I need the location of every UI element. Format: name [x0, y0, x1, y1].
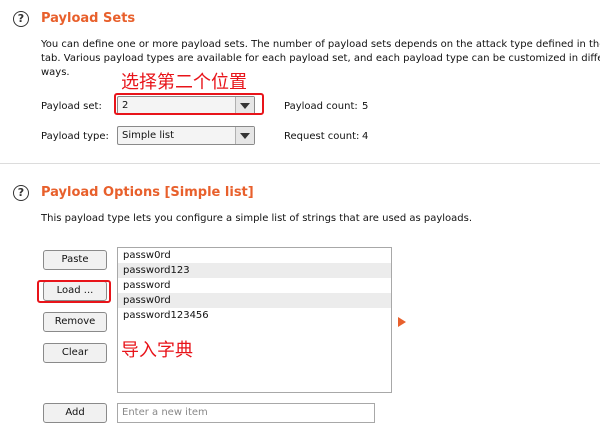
new-item-input[interactable]: Enter a new item	[117, 403, 375, 423]
annotation-select-second: 选择第二个位置	[121, 72, 247, 93]
payload-sets-description-line-1: You can define one or more payload sets.…	[41, 39, 600, 50]
payload-options-title: Payload Options [Simple list]	[41, 185, 254, 200]
request-count-label: Request count:	[284, 131, 360, 142]
request-count-value: 4	[362, 131, 369, 142]
list-item[interactable]: password123	[118, 263, 391, 278]
payload-options-description: This payload type lets you configure a s…	[41, 213, 473, 224]
payload-type-value: Simple list	[122, 130, 175, 141]
paste-button[interactable]: Paste	[43, 250, 107, 270]
payload-count-label: Payload count:	[284, 101, 358, 112]
expand-arrow-icon[interactable]	[398, 317, 406, 327]
section-divider	[0, 163, 600, 164]
payload-list[interactable]: passw0rd password123 password passw0rd p…	[117, 247, 392, 393]
help-icon[interactable]: ?	[13, 11, 29, 27]
payload-sets-description-line-2: tab. Various payload types are available…	[41, 53, 600, 64]
annotation-box-load	[37, 280, 111, 303]
list-item[interactable]: passw0rd	[118, 248, 391, 263]
help-icon[interactable]: ?	[13, 185, 29, 201]
payload-set-label: Payload set:	[41, 101, 102, 112]
payload-sets-description-line-3: ways.	[41, 67, 70, 78]
clear-button[interactable]: Clear	[43, 343, 107, 363]
annotation-box-payload-set	[114, 93, 264, 115]
chevron-down-icon	[235, 127, 254, 144]
list-item[interactable]: password123456	[118, 308, 391, 323]
annotation-import-dict: 导入字典	[121, 340, 193, 361]
list-item[interactable]: password	[118, 278, 391, 293]
payload-type-select[interactable]: Simple list	[117, 126, 255, 145]
payload-count-value: 5	[362, 101, 369, 112]
add-button[interactable]: Add	[43, 403, 107, 423]
list-item[interactable]: passw0rd	[118, 293, 391, 308]
remove-button[interactable]: Remove	[43, 312, 107, 332]
payload-sets-title: Payload Sets	[41, 11, 136, 26]
payload-type-label: Payload type:	[41, 131, 109, 142]
